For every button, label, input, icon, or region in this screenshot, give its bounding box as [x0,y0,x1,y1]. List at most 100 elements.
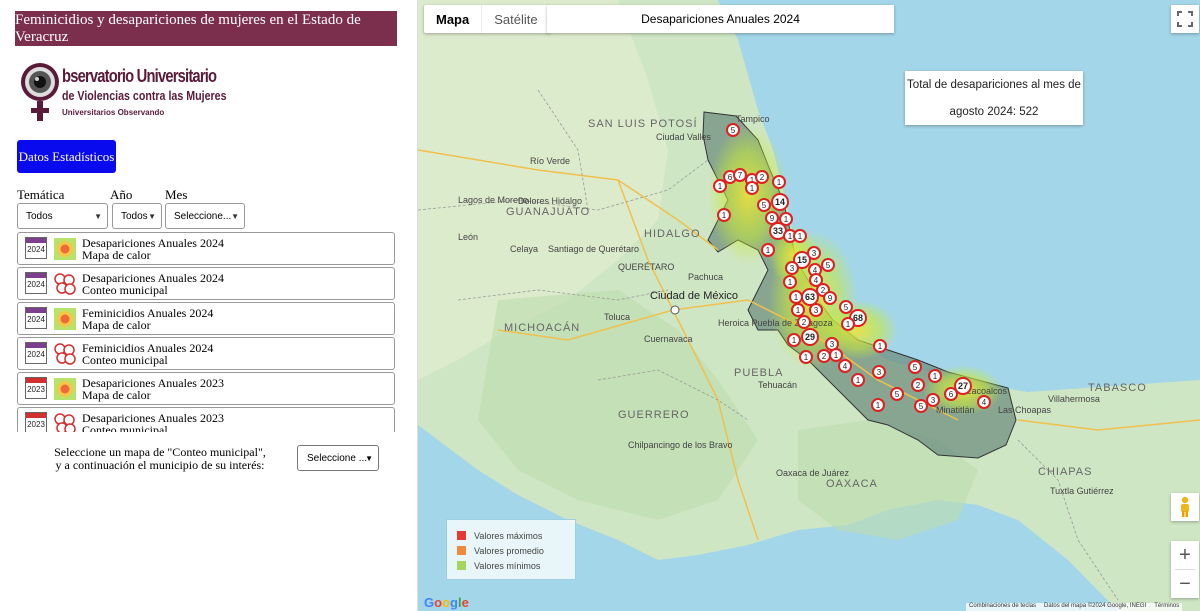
city-label: Ciudad de México [650,290,739,302]
count-marker[interactable]: 5 [821,258,835,272]
calendar-band [26,238,46,243]
calendar-band [26,308,46,313]
city-label: Oaxaca de Juárez [776,468,850,478]
zoom-in-button[interactable]: + [1171,541,1199,569]
count-marker[interactable]: 1 [851,373,865,387]
tab-mapa[interactable]: Mapa [424,5,481,33]
mes-select[interactable]: Seleccione... ▼ [165,203,245,229]
layer-item[interactable]: 2023 Desapariciones Anuales 2023 Conteo mu… [17,407,395,432]
calendar-icon: 2024 [25,272,47,294]
city-label: Cuernavaca [644,334,693,344]
count-marker[interactable]: 5 [908,360,922,374]
fullscreen-button[interactable] [1171,5,1199,33]
count-marker[interactable]: 2 [911,378,925,392]
tematica-select[interactable]: Todos ▼ [17,203,108,229]
count-marker[interactable]: 2 [755,170,769,184]
layer-year: 2024 [27,245,45,254]
calendar-icon: 2023 [25,412,47,432]
state-label: PUEBLA [734,367,784,379]
terms-link[interactable]: Términos [1154,603,1179,611]
count-marker[interactable]: 1 [793,229,807,243]
count-marker[interactable]: 1 [873,339,887,353]
street-view-button[interactable] [1171,493,1199,521]
city-label: Tampico [736,114,770,124]
map-title: Desapariciones Anuales 2024 [547,5,894,33]
layer-item[interactable]: 2024 Feminicidios Anuales 2024 Conteo muni… [17,337,395,370]
layer-subtitle: Mapa de calor [82,318,151,332]
legend-swatch [457,531,466,540]
count-marker[interactable]: 1 [713,179,727,193]
count-marker[interactable]: 3 [785,261,799,275]
count-marker[interactable]: 3 [809,303,823,317]
map-type-control[interactable]: Mapa Satélite [424,5,550,33]
city-label: Tuxtla Gutiérrez [1050,486,1114,496]
count-marker[interactable]: 5 [890,387,904,401]
chevron-down-icon: ▼ [94,212,102,221]
count-marker[interactable]: 1 [789,290,803,304]
venus-eye-icon [21,63,59,121]
logo-tagline: Universitarios Observando [62,108,165,117]
count-marker[interactable]: 3 [872,365,886,379]
count-marker[interactable]: 1 [791,303,805,317]
state-label: OAXACA [826,478,878,490]
count-marker[interactable]: 3 [926,393,940,407]
count-marker[interactable]: 1 [799,350,813,364]
state-label: MICHOACÁN [504,322,581,334]
state-label: TABASCO [1088,382,1147,394]
layer-year: 2023 [27,385,45,394]
count-marker[interactable]: 1 [871,398,885,412]
tematica-select-value: Todos [26,210,53,222]
layer-list[interactable]: 2024 Desapariciones Anuales 2024 Mapa de c… [17,232,395,432]
count-marker[interactable]: 2 [797,315,811,329]
layer-item[interactable]: 2024 Feminicidios Anuales 2024 Mapa de cal… [17,302,395,335]
count-marker[interactable]: 4 [977,395,991,409]
layer-item[interactable]: 2024 Desapariciones Anuales 2024 Mapa de c… [17,232,395,265]
count-marker[interactable]: 4 [838,359,852,373]
count-marker[interactable]: 5 [839,300,853,314]
count-marker[interactable]: 3 [807,246,821,260]
chevron-down-icon: ▼ [231,212,239,221]
layer-subtitle: Conteo municipal [82,283,168,297]
map-canvas[interactable]: SAN LUIS POTOSÍ GUANAJUATO HIDALGO MICHO… [418,0,1200,611]
city-label: Santiago de Querétaro [548,244,640,254]
municipio-select[interactable]: Seleccione ... ▼ [297,445,379,471]
cluster-icon [54,273,76,295]
mes-select-value: Seleccione... [174,210,232,222]
zoom-out-button[interactable]: − [1171,570,1199,598]
layer-item[interactable]: 2023 Desapariciones Anuales 2023 Mapa de c… [17,372,395,405]
datos-estadisticos-button[interactable]: Datos Estadísticos [17,140,116,173]
count-marker[interactable]: 1 [841,317,855,331]
tab-satelite[interactable]: Satélite [481,5,549,33]
count-marker[interactable]: 1 [745,181,759,195]
heatmap-legend: Valores máximos Valores promedio Valores… [446,519,576,580]
count-marker[interactable]: 9 [823,291,837,305]
calendar-icon: 2024 [25,307,47,329]
city-label: León [458,232,479,242]
legend-item: Valores promedio [457,543,565,558]
layer-subtitle: Conteo municipal [82,423,168,432]
count-marker[interactable]: 1 [772,175,786,189]
calendar-band [26,413,46,418]
state-label: CHIAPAS [1038,466,1093,478]
count-marker[interactable]: 29 [801,328,819,346]
zoom-control[interactable]: + − [1171,541,1199,598]
count-marker[interactable]: 27 [954,377,972,395]
count-marker[interactable]: 7 [733,168,747,182]
count-marker[interactable]: 1 [928,369,942,383]
count-marker[interactable]: 14 [771,193,789,211]
count-marker[interactable]: 1 [787,333,801,347]
count-marker[interactable]: 5 [757,198,771,212]
count-marker[interactable]: 1 [761,243,775,257]
count-marker[interactable]: 5 [726,123,740,137]
google-logo: Google [424,595,469,610]
layer-item[interactable]: 2024 Desapariciones Anuales 2024 Conteo mu… [17,267,395,300]
calendar-icon: 2024 [25,342,47,364]
keyboard-shortcuts-link[interactable]: Combinaciones de teclas [969,603,1036,611]
layer-year: 2024 [27,280,45,289]
city-label: Ciudad Valles [656,132,711,142]
count-marker[interactable]: 1 [783,275,797,289]
count-marker[interactable]: 1 [717,208,731,222]
count-marker[interactable]: 4 [809,273,823,287]
count-marker[interactable]: 1 [829,348,843,362]
anio-select[interactable]: Todos ▼ [112,203,162,229]
